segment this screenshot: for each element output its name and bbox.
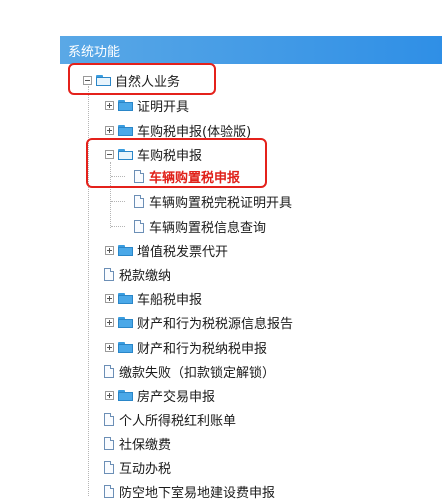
document-icon	[104, 364, 114, 378]
document-icon	[104, 460, 114, 474]
tree-leaf-clgzs-wszm[interactable]: 车辆购置税完税证明开具	[134, 190, 292, 212]
document-icon	[104, 267, 114, 281]
folder-icon	[118, 292, 133, 304]
tree-node-label: 财产和行为税税源信息报告	[137, 316, 294, 332]
highlight-box-root	[68, 63, 216, 95]
tree-leaf-fkdx[interactable]: 防空地下室易地建设费申报	[104, 480, 275, 502]
tree-leaf-jksb[interactable]: 缴款失败（扣款锁定解锁）	[104, 360, 275, 382]
document-icon	[134, 219, 144, 233]
tree-node-label: 车船税申报	[137, 292, 203, 308]
tree-line	[111, 201, 125, 202]
tree-node-label: 车购税申报(体验版)	[137, 124, 252, 140]
tree-node-label: 房产交易申报	[137, 389, 216, 405]
tree-line	[111, 226, 125, 227]
expand-toggle-icon[interactable]	[105, 100, 114, 110]
document-icon	[104, 436, 114, 450]
tree-node-ccxwsy-bg[interactable]: 财产和行为税税源信息报告	[105, 311, 293, 333]
expand-toggle-icon[interactable]	[105, 342, 114, 352]
expand-toggle-icon[interactable]	[105, 317, 114, 327]
header-title: 系统功能	[68, 45, 121, 60]
document-icon	[104, 484, 114, 498]
tree-node-zzsfpdk[interactable]: 增值税发票代开	[105, 239, 228, 261]
document-icon	[104, 412, 114, 426]
tree-node-ccxwsn-sb[interactable]: 财产和行为税纳税申报	[105, 336, 267, 358]
tree-node-label: 缴款失败（扣款锁定解锁）	[119, 365, 276, 381]
folder-icon	[118, 99, 133, 111]
expand-toggle-icon[interactable]	[105, 125, 114, 135]
folder-icon	[118, 244, 133, 256]
expand-toggle-icon[interactable]	[105, 293, 114, 303]
tree-leaf-grsdhl[interactable]: 个人所得税红利账单	[104, 408, 236, 430]
tree-node-ccssb[interactable]: 车船税申报	[105, 287, 202, 309]
tree-leaf-skjn[interactable]: 税款缴纳	[104, 263, 171, 285]
system-functions-header: 系统功能	[60, 36, 442, 64]
folder-icon	[118, 316, 133, 328]
tree-node-label: 个人所得税红利账单	[119, 413, 237, 429]
tree-node-label: 车辆购置税信息查询	[149, 220, 267, 236]
expand-toggle-icon[interactable]	[105, 245, 114, 255]
tree-node-label: 证明开具	[137, 99, 190, 115]
folder-icon	[118, 341, 133, 353]
tree-node-label: 增值税发票代开	[137, 244, 229, 260]
tree-leaf-clgzs-cx[interactable]: 车辆购置税信息查询	[134, 215, 266, 237]
tree-leaf-hdbs[interactable]: 互动办税	[104, 456, 171, 478]
document-icon	[134, 194, 144, 208]
tree-node-label: 财产和行为税纳税申报	[137, 341, 268, 357]
tree-node-label: 税款缴纳	[119, 268, 172, 284]
tree-node-zmkj[interactable]: 证明开具	[105, 94, 189, 116]
tree-node-label: 社保缴费	[119, 437, 172, 453]
tree-node-label: 车辆购置税完税证明开具	[149, 195, 293, 211]
folder-icon	[118, 389, 133, 401]
highlight-box-cgssb	[86, 138, 267, 188]
tree-node-label: 互动办税	[119, 461, 172, 477]
tree-node-fcjy[interactable]: 房产交易申报	[105, 384, 215, 406]
tree-leaf-sbjf[interactable]: 社保缴费	[104, 432, 171, 454]
folder-icon	[118, 124, 133, 136]
expand-toggle-icon[interactable]	[105, 390, 114, 400]
tree-node-label: 防空地下室易地建设费申报	[119, 485, 276, 501]
